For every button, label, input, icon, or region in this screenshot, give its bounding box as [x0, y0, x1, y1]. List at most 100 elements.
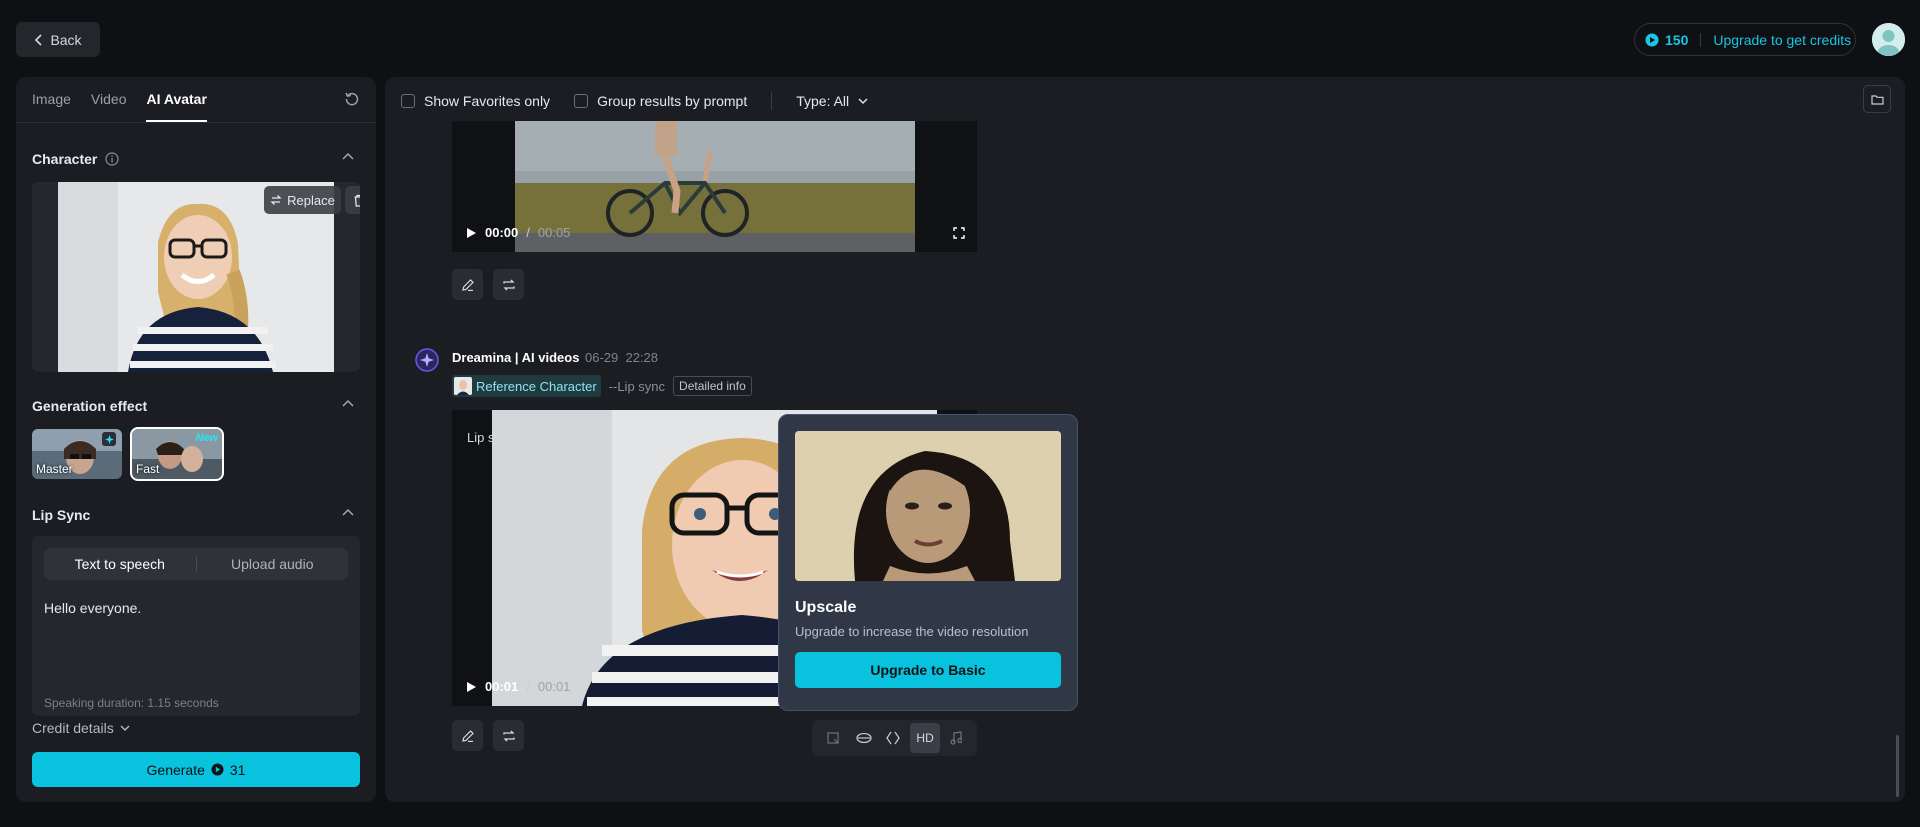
- edit-button[interactable]: [452, 720, 483, 751]
- credits-count: 150: [1665, 31, 1689, 48]
- video-2-current-time: 00:01: [485, 679, 519, 694]
- fullscreen-icon[interactable]: [953, 227, 965, 239]
- tab-video[interactable]: Video: [91, 77, 127, 122]
- replace-label: Replace: [287, 192, 335, 208]
- reference-character-chip[interactable]: Reference Character: [452, 375, 601, 397]
- show-favorites-checkbox[interactable]: [401, 94, 415, 108]
- generation-title: Dreamina | AI videos: [452, 350, 580, 365]
- tab-image[interactable]: Image: [32, 77, 71, 122]
- group-results-label: Group results by prompt: [597, 93, 748, 109]
- reset-icon[interactable]: [344, 91, 360, 107]
- group-results-toggle[interactable]: Group results by prompt: [574, 93, 747, 109]
- show-favorites-toggle[interactable]: Show Favorites only: [401, 93, 550, 109]
- chevron-left-icon: [34, 33, 44, 46]
- type-filter-dropdown[interactable]: Type: All: [796, 93, 868, 109]
- lip-sync-mode-switch: Text to speech Upload audio: [44, 548, 348, 580]
- tab-ai-avatar[interactable]: AI Avatar: [146, 77, 207, 122]
- video-1-frame: [515, 121, 915, 252]
- credit-details-toggle[interactable]: Credit details: [32, 720, 130, 736]
- lip-sync-tag: --Lip sync: [608, 378, 666, 394]
- upscale-popover: Upscale Upgrade to increase the video re…: [778, 414, 1078, 711]
- credits-separator: [1700, 32, 1702, 47]
- play-icon[interactable]: [466, 681, 477, 693]
- regenerate-button[interactable]: [493, 269, 524, 300]
- generation-timestamp: 06-29 22:28: [585, 350, 658, 365]
- lip-sync-box: Text to speech Upload audio Hello everyo…: [32, 536, 360, 716]
- diamond-arrows-icon: [886, 731, 902, 745]
- time-separator: /: [526, 225, 530, 240]
- upgrade-credits-link[interactable]: Upgrade to get credits: [1713, 32, 1851, 48]
- new-badge: New: [195, 432, 218, 444]
- reference-label: Reference Character: [476, 378, 597, 394]
- reference-thumbnail: [454, 377, 472, 395]
- generate-cost: 31: [229, 761, 246, 778]
- folder-button[interactable]: [1863, 85, 1891, 113]
- upscale-description: Upgrade to increase the video resolution: [795, 624, 1029, 639]
- toolbar-separator: [771, 92, 773, 110]
- generation-effect-title: Generation effect: [32, 398, 148, 414]
- group-results-checkbox[interactable]: [574, 94, 589, 108]
- effect-fast[interactable]: New Fast: [130, 427, 224, 481]
- speech-text-input[interactable]: Hello everyone.: [44, 600, 141, 616]
- video-2-controls: 00:01 / 00:01: [466, 679, 570, 694]
- chevron-up-icon[interactable]: [342, 508, 354, 518]
- character-title: Character: [32, 151, 98, 167]
- retouch-tool[interactable]: [818, 723, 848, 753]
- effect-fast-label: Fast: [136, 462, 160, 476]
- replace-button[interactable]: Replace: [264, 186, 341, 214]
- swap-icon: [270, 194, 282, 206]
- upscale-preview-image: [795, 431, 1061, 581]
- delete-button[interactable]: [345, 186, 360, 214]
- results-scrollbar[interactable]: [1896, 735, 1899, 797]
- credit-coin-icon: [211, 763, 224, 776]
- effect-master[interactable]: Master: [32, 429, 122, 479]
- back-button[interactable]: Back: [16, 22, 100, 57]
- regenerate-button[interactable]: [493, 720, 524, 751]
- info-icon[interactable]: [105, 152, 119, 166]
- pencil-icon: [461, 729, 475, 743]
- upload-audio-tab[interactable]: Upload audio: [197, 556, 349, 572]
- time-separator: /: [526, 679, 530, 694]
- results-panel: Show Favorites only Group results by pro…: [385, 77, 1905, 802]
- credit-details-label: Credit details: [32, 720, 114, 736]
- effect-master-label: Master: [36, 462, 73, 476]
- generate-button[interactable]: Generate 31: [32, 752, 360, 787]
- generation-effect-section-title: Generation effect: [32, 398, 147, 414]
- generation-date: 06-29: [585, 350, 619, 365]
- chevron-down-icon: [120, 724, 130, 732]
- play-icon[interactable]: [466, 227, 477, 239]
- lip-sync-overlay-label: Lip sync: [467, 430, 515, 445]
- trash-icon: [353, 194, 360, 207]
- interpolate-tool[interactable]: [879, 723, 909, 753]
- text-to-speech-tab[interactable]: Text to speech: [44, 556, 196, 572]
- generation-time: 22:28: [625, 350, 659, 365]
- avatar[interactable]: [1872, 23, 1905, 56]
- edit-button[interactable]: [452, 269, 483, 300]
- credits-pill: 150 Upgrade to get credits: [1634, 23, 1856, 56]
- lip-sync-title: Lip Sync: [32, 507, 91, 523]
- folder-icon: [1870, 94, 1884, 105]
- audio-tool[interactable]: [941, 723, 971, 753]
- chevron-up-icon[interactable]: [342, 152, 354, 162]
- credit-coin-icon: [1645, 33, 1659, 47]
- upscale-title: Upscale: [795, 599, 857, 616]
- tab-divider: [16, 122, 376, 123]
- chevron-up-icon[interactable]: [342, 399, 354, 409]
- lip-sync-tool[interactable]: [849, 723, 879, 753]
- detailed-info-button[interactable]: Detailed info: [673, 376, 752, 396]
- video-1-total-time: 00:05: [537, 225, 571, 240]
- lips-icon: [856, 732, 872, 744]
- left-panel: Image Video AI Avatar Character Replace …: [16, 77, 376, 802]
- lip-sync-section-title: Lip Sync: [32, 507, 90, 523]
- dreamina-logo-icon: [415, 348, 439, 372]
- video-1-current-time: 00:00: [485, 225, 519, 240]
- hd-upscale-tool[interactable]: HD: [910, 723, 941, 753]
- character-preview: Replace: [32, 182, 360, 372]
- upgrade-to-basic-button[interactable]: Upgrade to Basic: [795, 652, 1061, 688]
- results-toolbar: Show Favorites only Group results by pro…: [401, 89, 884, 113]
- video-player-1[interactable]: 00:00 / 00:05: [452, 121, 977, 252]
- pencil-icon: [461, 278, 475, 292]
- character-section-title: Character: [32, 151, 119, 167]
- music-note-icon: [950, 731, 962, 745]
- type-filter-label: Type: All: [796, 93, 850, 109]
